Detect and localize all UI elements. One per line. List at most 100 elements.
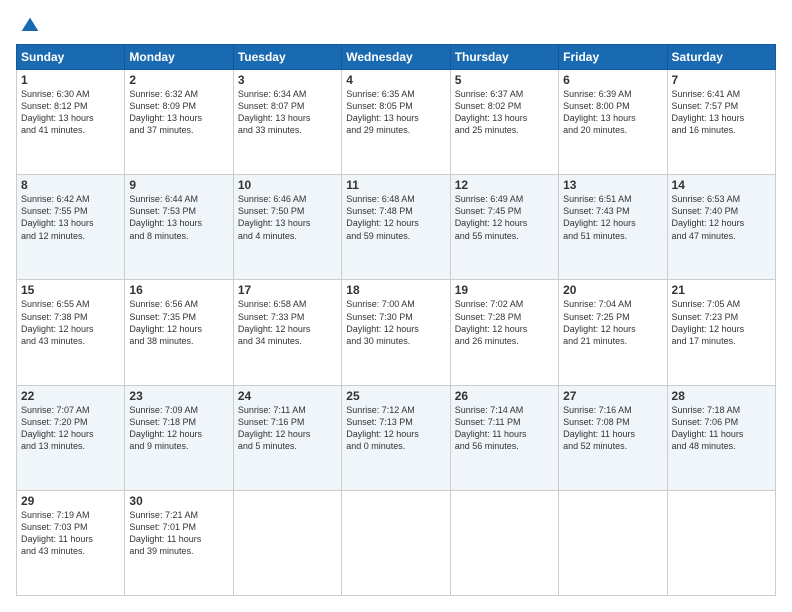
calendar-cell: 28Sunrise: 7:18 AM Sunset: 7:06 PM Dayli…	[667, 385, 775, 490]
calendar-cell: 10Sunrise: 6:46 AM Sunset: 7:50 PM Dayli…	[233, 175, 341, 280]
calendar-cell: 9Sunrise: 6:44 AM Sunset: 7:53 PM Daylig…	[125, 175, 233, 280]
calendar-header-thursday: Thursday	[450, 45, 558, 70]
calendar-cell: 16Sunrise: 6:56 AM Sunset: 7:35 PM Dayli…	[125, 280, 233, 385]
day-number: 14	[672, 178, 771, 192]
logo-icon	[20, 16, 40, 36]
page: SundayMondayTuesdayWednesdayThursdayFrid…	[0, 0, 792, 612]
calendar-header-friday: Friday	[559, 45, 667, 70]
day-info: Sunrise: 6:48 AM Sunset: 7:48 PM Dayligh…	[346, 193, 445, 242]
calendar-header-row: SundayMondayTuesdayWednesdayThursdayFrid…	[17, 45, 776, 70]
day-info: Sunrise: 6:35 AM Sunset: 8:05 PM Dayligh…	[346, 88, 445, 137]
calendar-week-3: 15Sunrise: 6:55 AM Sunset: 7:38 PM Dayli…	[17, 280, 776, 385]
calendar-header-monday: Monday	[125, 45, 233, 70]
calendar-cell: 26Sunrise: 7:14 AM Sunset: 7:11 PM Dayli…	[450, 385, 558, 490]
day-number: 22	[21, 389, 120, 403]
day-number: 3	[238, 73, 337, 87]
day-info: Sunrise: 6:44 AM Sunset: 7:53 PM Dayligh…	[129, 193, 228, 242]
day-info: Sunrise: 7:11 AM Sunset: 7:16 PM Dayligh…	[238, 404, 337, 453]
day-number: 9	[129, 178, 228, 192]
calendar-cell: 20Sunrise: 7:04 AM Sunset: 7:25 PM Dayli…	[559, 280, 667, 385]
day-number: 15	[21, 283, 120, 297]
calendar-cell: 21Sunrise: 7:05 AM Sunset: 7:23 PM Dayli…	[667, 280, 775, 385]
calendar-table: SundayMondayTuesdayWednesdayThursdayFrid…	[16, 44, 776, 596]
day-number: 10	[238, 178, 337, 192]
calendar-cell: 6Sunrise: 6:39 AM Sunset: 8:00 PM Daylig…	[559, 70, 667, 175]
calendar-cell: 3Sunrise: 6:34 AM Sunset: 8:07 PM Daylig…	[233, 70, 341, 175]
day-info: Sunrise: 7:12 AM Sunset: 7:13 PM Dayligh…	[346, 404, 445, 453]
calendar-cell	[450, 490, 558, 595]
day-info: Sunrise: 6:42 AM Sunset: 7:55 PM Dayligh…	[21, 193, 120, 242]
day-number: 30	[129, 494, 228, 508]
calendar-cell: 22Sunrise: 7:07 AM Sunset: 7:20 PM Dayli…	[17, 385, 125, 490]
calendar-cell: 7Sunrise: 6:41 AM Sunset: 7:57 PM Daylig…	[667, 70, 775, 175]
calendar-cell: 23Sunrise: 7:09 AM Sunset: 7:18 PM Dayli…	[125, 385, 233, 490]
day-info: Sunrise: 7:21 AM Sunset: 7:01 PM Dayligh…	[129, 509, 228, 558]
day-number: 2	[129, 73, 228, 87]
calendar-cell: 25Sunrise: 7:12 AM Sunset: 7:13 PM Dayli…	[342, 385, 450, 490]
calendar-header-sunday: Sunday	[17, 45, 125, 70]
day-info: Sunrise: 7:07 AM Sunset: 7:20 PM Dayligh…	[21, 404, 120, 453]
calendar-cell: 11Sunrise: 6:48 AM Sunset: 7:48 PM Dayli…	[342, 175, 450, 280]
header	[16, 16, 776, 36]
day-number: 4	[346, 73, 445, 87]
calendar-cell	[342, 490, 450, 595]
calendar-cell: 30Sunrise: 7:21 AM Sunset: 7:01 PM Dayli…	[125, 490, 233, 595]
day-info: Sunrise: 6:34 AM Sunset: 8:07 PM Dayligh…	[238, 88, 337, 137]
day-info: Sunrise: 7:02 AM Sunset: 7:28 PM Dayligh…	[455, 298, 554, 347]
day-info: Sunrise: 7:04 AM Sunset: 7:25 PM Dayligh…	[563, 298, 662, 347]
calendar-cell: 12Sunrise: 6:49 AM Sunset: 7:45 PM Dayli…	[450, 175, 558, 280]
calendar-cell: 2Sunrise: 6:32 AM Sunset: 8:09 PM Daylig…	[125, 70, 233, 175]
day-info: Sunrise: 6:30 AM Sunset: 8:12 PM Dayligh…	[21, 88, 120, 137]
calendar-cell: 5Sunrise: 6:37 AM Sunset: 8:02 PM Daylig…	[450, 70, 558, 175]
day-number: 11	[346, 178, 445, 192]
day-info: Sunrise: 7:09 AM Sunset: 7:18 PM Dayligh…	[129, 404, 228, 453]
calendar-week-5: 29Sunrise: 7:19 AM Sunset: 7:03 PM Dayli…	[17, 490, 776, 595]
calendar-cell: 19Sunrise: 7:02 AM Sunset: 7:28 PM Dayli…	[450, 280, 558, 385]
calendar-cell	[559, 490, 667, 595]
calendar-cell: 13Sunrise: 6:51 AM Sunset: 7:43 PM Dayli…	[559, 175, 667, 280]
day-info: Sunrise: 6:55 AM Sunset: 7:38 PM Dayligh…	[21, 298, 120, 347]
day-info: Sunrise: 6:49 AM Sunset: 7:45 PM Dayligh…	[455, 193, 554, 242]
day-info: Sunrise: 6:37 AM Sunset: 8:02 PM Dayligh…	[455, 88, 554, 137]
day-number: 24	[238, 389, 337, 403]
day-number: 7	[672, 73, 771, 87]
calendar-cell: 15Sunrise: 6:55 AM Sunset: 7:38 PM Dayli…	[17, 280, 125, 385]
day-number: 26	[455, 389, 554, 403]
calendar-cell: 29Sunrise: 7:19 AM Sunset: 7:03 PM Dayli…	[17, 490, 125, 595]
day-number: 13	[563, 178, 662, 192]
calendar-week-2: 8Sunrise: 6:42 AM Sunset: 7:55 PM Daylig…	[17, 175, 776, 280]
calendar-cell: 18Sunrise: 7:00 AM Sunset: 7:30 PM Dayli…	[342, 280, 450, 385]
day-info: Sunrise: 7:16 AM Sunset: 7:08 PM Dayligh…	[563, 404, 662, 453]
day-number: 16	[129, 283, 228, 297]
day-info: Sunrise: 7:18 AM Sunset: 7:06 PM Dayligh…	[672, 404, 771, 453]
day-number: 12	[455, 178, 554, 192]
day-info: Sunrise: 6:53 AM Sunset: 7:40 PM Dayligh…	[672, 193, 771, 242]
day-info: Sunrise: 6:32 AM Sunset: 8:09 PM Dayligh…	[129, 88, 228, 137]
day-number: 18	[346, 283, 445, 297]
logo	[16, 16, 40, 36]
calendar-cell	[233, 490, 341, 595]
day-number: 21	[672, 283, 771, 297]
calendar-cell: 4Sunrise: 6:35 AM Sunset: 8:05 PM Daylig…	[342, 70, 450, 175]
day-number: 6	[563, 73, 662, 87]
day-number: 25	[346, 389, 445, 403]
day-number: 29	[21, 494, 120, 508]
day-number: 23	[129, 389, 228, 403]
day-info: Sunrise: 6:46 AM Sunset: 7:50 PM Dayligh…	[238, 193, 337, 242]
day-info: Sunrise: 6:58 AM Sunset: 7:33 PM Dayligh…	[238, 298, 337, 347]
calendar-header-wednesday: Wednesday	[342, 45, 450, 70]
calendar-week-1: 1Sunrise: 6:30 AM Sunset: 8:12 PM Daylig…	[17, 70, 776, 175]
day-number: 17	[238, 283, 337, 297]
calendar-cell	[667, 490, 775, 595]
calendar-cell: 14Sunrise: 6:53 AM Sunset: 7:40 PM Dayli…	[667, 175, 775, 280]
calendar-cell: 27Sunrise: 7:16 AM Sunset: 7:08 PM Dayli…	[559, 385, 667, 490]
day-number: 28	[672, 389, 771, 403]
calendar-header-saturday: Saturday	[667, 45, 775, 70]
day-number: 1	[21, 73, 120, 87]
day-number: 5	[455, 73, 554, 87]
day-number: 8	[21, 178, 120, 192]
day-info: Sunrise: 6:56 AM Sunset: 7:35 PM Dayligh…	[129, 298, 228, 347]
calendar-cell: 24Sunrise: 7:11 AM Sunset: 7:16 PM Dayli…	[233, 385, 341, 490]
day-info: Sunrise: 7:19 AM Sunset: 7:03 PM Dayligh…	[21, 509, 120, 558]
calendar-cell: 1Sunrise: 6:30 AM Sunset: 8:12 PM Daylig…	[17, 70, 125, 175]
